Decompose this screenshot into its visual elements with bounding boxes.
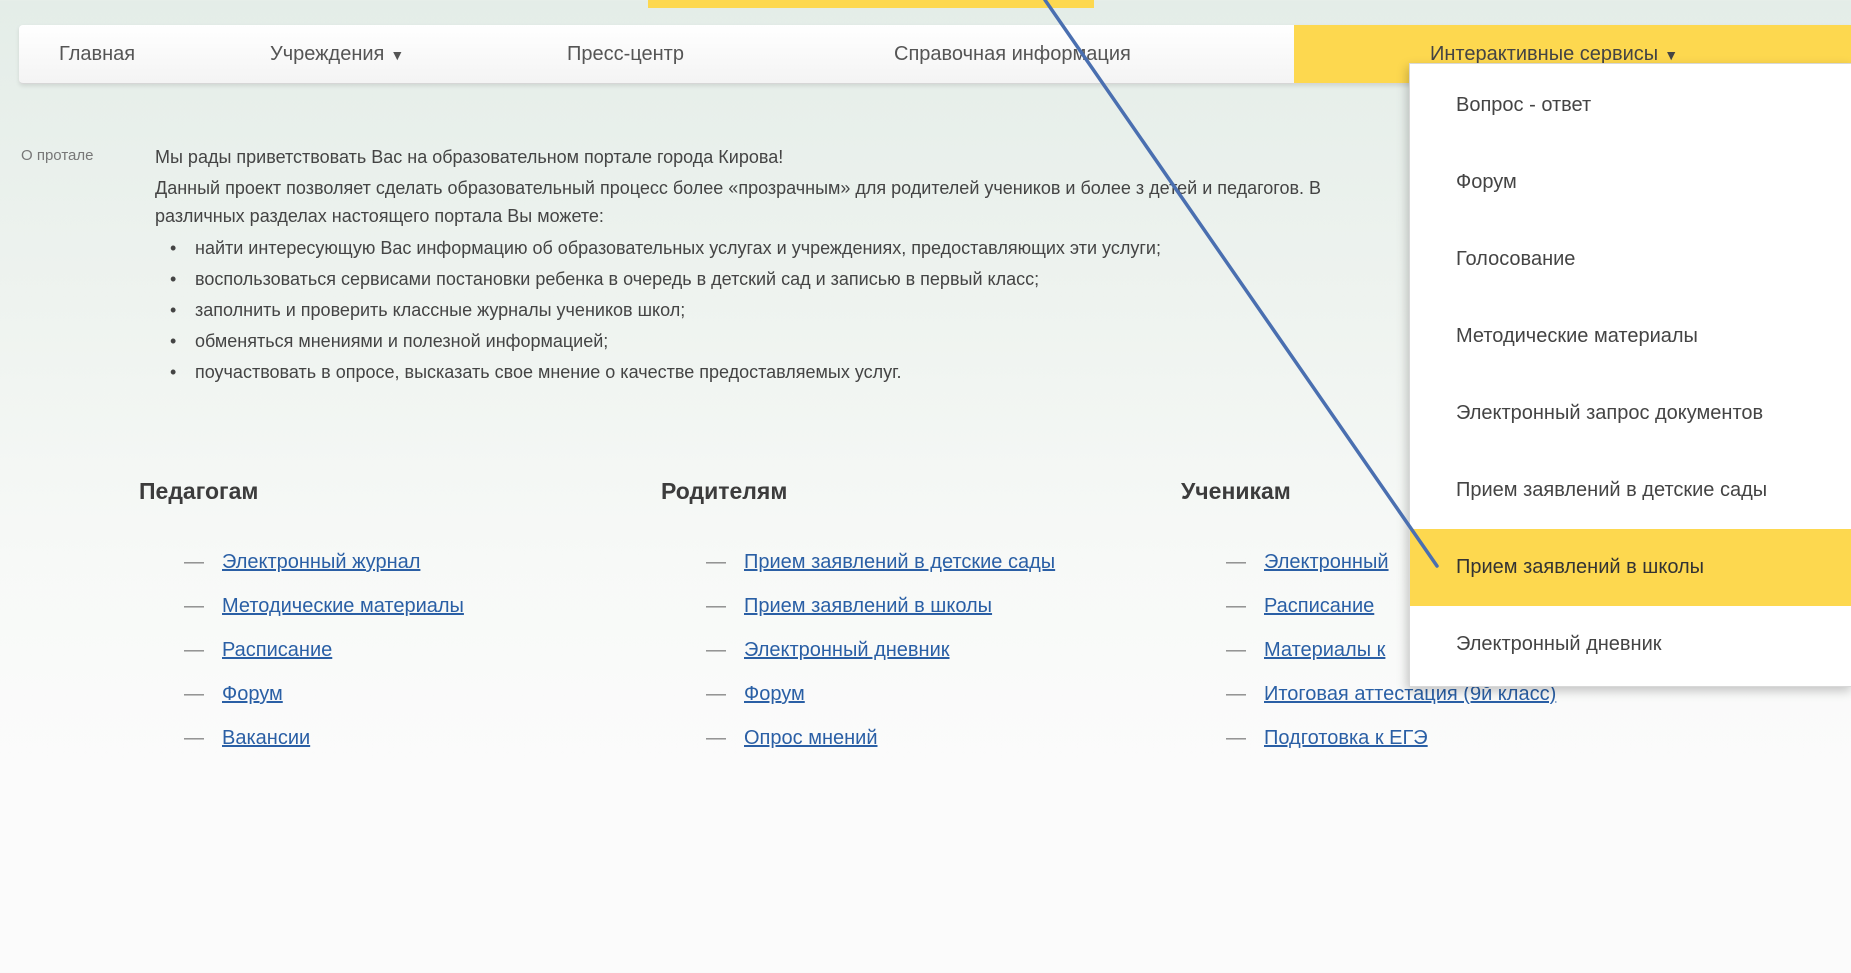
dropdown-arrow-icon: ▼ xyxy=(1664,47,1679,63)
students-link-exam-prep[interactable]: Подготовка к ЕГЭ xyxy=(1264,727,1428,749)
intro-bullet: обменяться мнениями и полезной информаци… xyxy=(170,326,1455,357)
column-students: Ученикам — Электронный — Расписание — Матер… xyxy=(1181,478,1556,749)
nav-item-label: Главная xyxy=(59,43,136,65)
students-link-materials[interactable]: Материалы к xyxy=(1264,639,1385,661)
teachers-link-vacancies[interactable]: Вакансии xyxy=(222,727,310,749)
nav-item-label: Пресс-центр xyxy=(567,43,684,65)
dash-icon: — xyxy=(1226,727,1246,749)
interactive-services-dropdown: Вопрос - ответ Форум Голосование Методич… xyxy=(1409,63,1851,687)
dropdown-item-electronic-diary[interactable]: Электронный дневник xyxy=(1410,606,1851,683)
nav-item-home[interactable]: Главная xyxy=(59,25,135,83)
about-label: О протале xyxy=(21,147,94,164)
list-item: — Форум xyxy=(706,683,1126,727)
dash-icon: — xyxy=(184,639,204,661)
nav-item-label: Справочная информация xyxy=(894,43,1131,65)
nav-item-reference-info[interactable]: Справочная информация xyxy=(894,25,1131,83)
dropdown-arrow-icon: ▼ xyxy=(390,47,405,63)
parents-link-electronic-diary[interactable]: Электронный дневник xyxy=(744,639,950,661)
dash-icon: — xyxy=(706,683,726,705)
top-highlight-bar xyxy=(648,0,1094,8)
list-item: — Вакансии xyxy=(184,727,604,771)
list-item: — Прием заявлений в детские сады xyxy=(706,551,1126,595)
nav-item-institutions[interactable]: Учреждения ▼ xyxy=(270,25,404,83)
students-link-electronic[interactable]: Электронный xyxy=(1264,551,1389,573)
dropdown-item-methodical-materials[interactable]: Методические материалы xyxy=(1410,298,1851,375)
dropdown-item-qa[interactable]: Вопрос - ответ xyxy=(1410,67,1851,144)
teachers-link-forum[interactable]: Форум xyxy=(222,683,283,705)
list-item: — Электронный журнал xyxy=(184,551,604,595)
dash-icon: — xyxy=(706,727,726,749)
intro-description: Данный проект позволяет сделать образова… xyxy=(155,178,1322,226)
column-parents: Родителям — Прием заявлений в детские сад… xyxy=(661,478,1055,749)
dash-icon: — xyxy=(1226,683,1246,705)
nav-item-press-center[interactable]: Пресс-центр xyxy=(567,25,684,83)
dropdown-item-kindergarten-applications[interactable]: Прием заявлений в детские сады xyxy=(1410,452,1851,529)
list-item: — Прием заявлений в школы xyxy=(706,595,1126,639)
column-title: Родителям xyxy=(661,478,788,504)
dash-icon: — xyxy=(706,551,726,573)
dash-icon: — xyxy=(1226,639,1246,661)
dash-icon: — xyxy=(184,551,204,573)
link-list: — Прием заявлений в детские сады — Прием з… xyxy=(706,551,1126,771)
intro-bullet: найти интересующую Вас информацию об обр… xyxy=(170,233,1455,264)
column-title: Педагогам xyxy=(139,478,259,504)
list-item: — Расписание xyxy=(184,639,604,683)
dash-icon: — xyxy=(184,595,204,617)
list-item: — Итоговая аттестация (9й класс) xyxy=(1226,683,1646,727)
link-list: — Электронный журнал — Методические матери… xyxy=(184,551,604,771)
dash-icon: — xyxy=(1226,551,1246,573)
intro-greeting: Мы рады приветствовать Вас на образовате… xyxy=(155,147,784,167)
list-item: — Форум xyxy=(184,683,604,727)
column-teachers: Педагогам — Электронный журнал — Методичес… xyxy=(139,478,464,749)
dropdown-item-school-applications[interactable]: Прием заявлений в школы xyxy=(1410,529,1851,606)
list-item: — Подготовка к ЕГЭ xyxy=(1226,727,1646,771)
dropdown-item-voting[interactable]: Голосование xyxy=(1410,221,1851,298)
list-item: — Электронный дневник xyxy=(706,639,1126,683)
column-title: Ученикам xyxy=(1181,478,1291,504)
teachers-link-methodical-materials[interactable]: Методические материалы xyxy=(222,595,464,617)
dash-icon: — xyxy=(184,727,204,749)
nav-item-label: Учреждения xyxy=(270,43,385,65)
parents-link-opinion-poll[interactable]: Опрос мнений xyxy=(744,727,878,749)
teachers-link-electronic-journal[interactable]: Электронный журнал xyxy=(222,551,420,573)
intro-bullet: поучаствовать в опросе, высказать свое м… xyxy=(170,357,1455,388)
teachers-link-schedule[interactable]: Расписание xyxy=(222,639,332,661)
intro-bullet: воспользоваться сервисами постановки реб… xyxy=(170,264,1455,295)
dash-icon: — xyxy=(706,595,726,617)
list-item: — Опрос мнений xyxy=(706,727,1126,771)
parents-link-forum[interactable]: Форум xyxy=(744,683,805,705)
intro-section: Мы рады приветствовать Вас на образовате… xyxy=(155,143,1455,388)
students-link-schedule[interactable]: Расписание xyxy=(1264,595,1374,617)
parents-link-kindergarten-applications[interactable]: Прием заявлений в детские сады xyxy=(744,551,1055,573)
dropdown-item-document-request[interactable]: Электронный запрос документов xyxy=(1410,375,1851,452)
list-item: — Методические материалы xyxy=(184,595,604,639)
parents-link-school-applications[interactable]: Прием заявлений в школы xyxy=(744,595,992,617)
nav-item-label: Интерактивные сервисы xyxy=(1430,43,1659,65)
intro-bullet-list: найти интересующую Вас информацию об обр… xyxy=(155,233,1455,388)
dash-icon: — xyxy=(184,683,204,705)
dash-icon: — xyxy=(706,639,726,661)
dropdown-item-forum[interactable]: Форум xyxy=(1410,144,1851,221)
intro-bullet: заполнить и проверить классные журналы у… xyxy=(170,295,1455,326)
dash-icon: — xyxy=(1226,595,1246,617)
